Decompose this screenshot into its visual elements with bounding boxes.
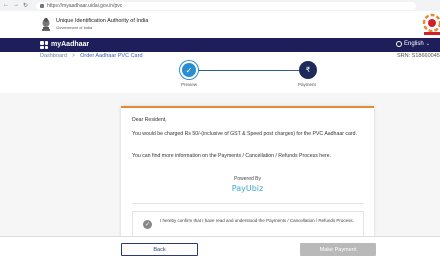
step-payment-label: Payment <box>298 82 316 87</box>
payment-card: Dear Resident, You would be charged Rs 5… <box>121 106 374 245</box>
payubiz-logo: PayUbiz <box>231 184 264 193</box>
org-subtitle: Government of India <box>56 25 93 30</box>
step-preview-check-icon: ✓ <box>180 61 198 79</box>
language-label: English <box>404 41 424 47</box>
reload-icon[interactable]: ↻ <box>23 2 28 9</box>
browser-nav: ← → ↻ <box>3 2 28 9</box>
make-payment-button[interactable]: Make Payment <box>300 243 376 256</box>
forward-arrow-icon[interactable]: → <box>13 2 19 9</box>
greeting-text: Dear Resident, <box>132 117 167 123</box>
confirm-text: I hereby confirm that I have read and un… <box>160 218 354 223</box>
back-arrow-icon[interactable]: ← <box>3 2 9 9</box>
address-bar[interactable]: https://myaadhaar.uidai.gov.in/pvc <box>36 1 417 10</box>
language-selector[interactable]: English ⌄ <box>396 41 430 47</box>
url-text[interactable]: https://myaadhaar.uidai.gov.in/pvc <box>47 3 122 9</box>
breadcrumb-separator: > <box>71 53 76 59</box>
charge-text: You would be charged Rs 50/-(inclusive o… <box>132 131 357 137</box>
national-emblem-icon <box>42 18 50 31</box>
breadcrumb-dashboard[interactable]: Dashboard <box>40 53 67 59</box>
card-divider <box>132 203 364 204</box>
org-name: Unique Identification Authority of India <box>56 18 149 24</box>
brand-title[interactable]: myAadhaar <box>51 41 89 48</box>
powered-by-label: Powered By <box>234 176 261 182</box>
breadcrumb-current: Order Aadhaar PVC Card <box>80 53 143 59</box>
browser-toolbar: ← → ↻ https://myaadhaar.uidai.gov.in/pvc <box>0 0 440 11</box>
lock-icon <box>40 3 45 8</box>
confirm-checkbox[interactable]: ✓ <box>143 220 152 229</box>
srn-number: SRN: S18660045 <box>397 53 440 59</box>
back-button[interactable]: Back <box>121 243 198 256</box>
confirmation-box: ✓ I hereby confirm that I have read and … <box>132 211 364 237</box>
breadcrumb: Dashboard > Order Aadhaar PVC Card <box>40 53 143 59</box>
step-payment-rupee-icon: ₹ <box>299 61 317 79</box>
chevron-down-icon: ⌄ <box>425 41 430 47</box>
globe-icon <box>396 41 402 47</box>
card-accent-bar <box>121 106 374 108</box>
info-text[interactable]: You can find more information on the Pay… <box>132 153 364 160</box>
step-preview-label: Preview <box>181 82 198 87</box>
stepper-connector <box>190 70 308 71</box>
aadhaar-logo-icon <box>422 13 440 35</box>
app-grid-icon[interactable] <box>40 41 48 49</box>
